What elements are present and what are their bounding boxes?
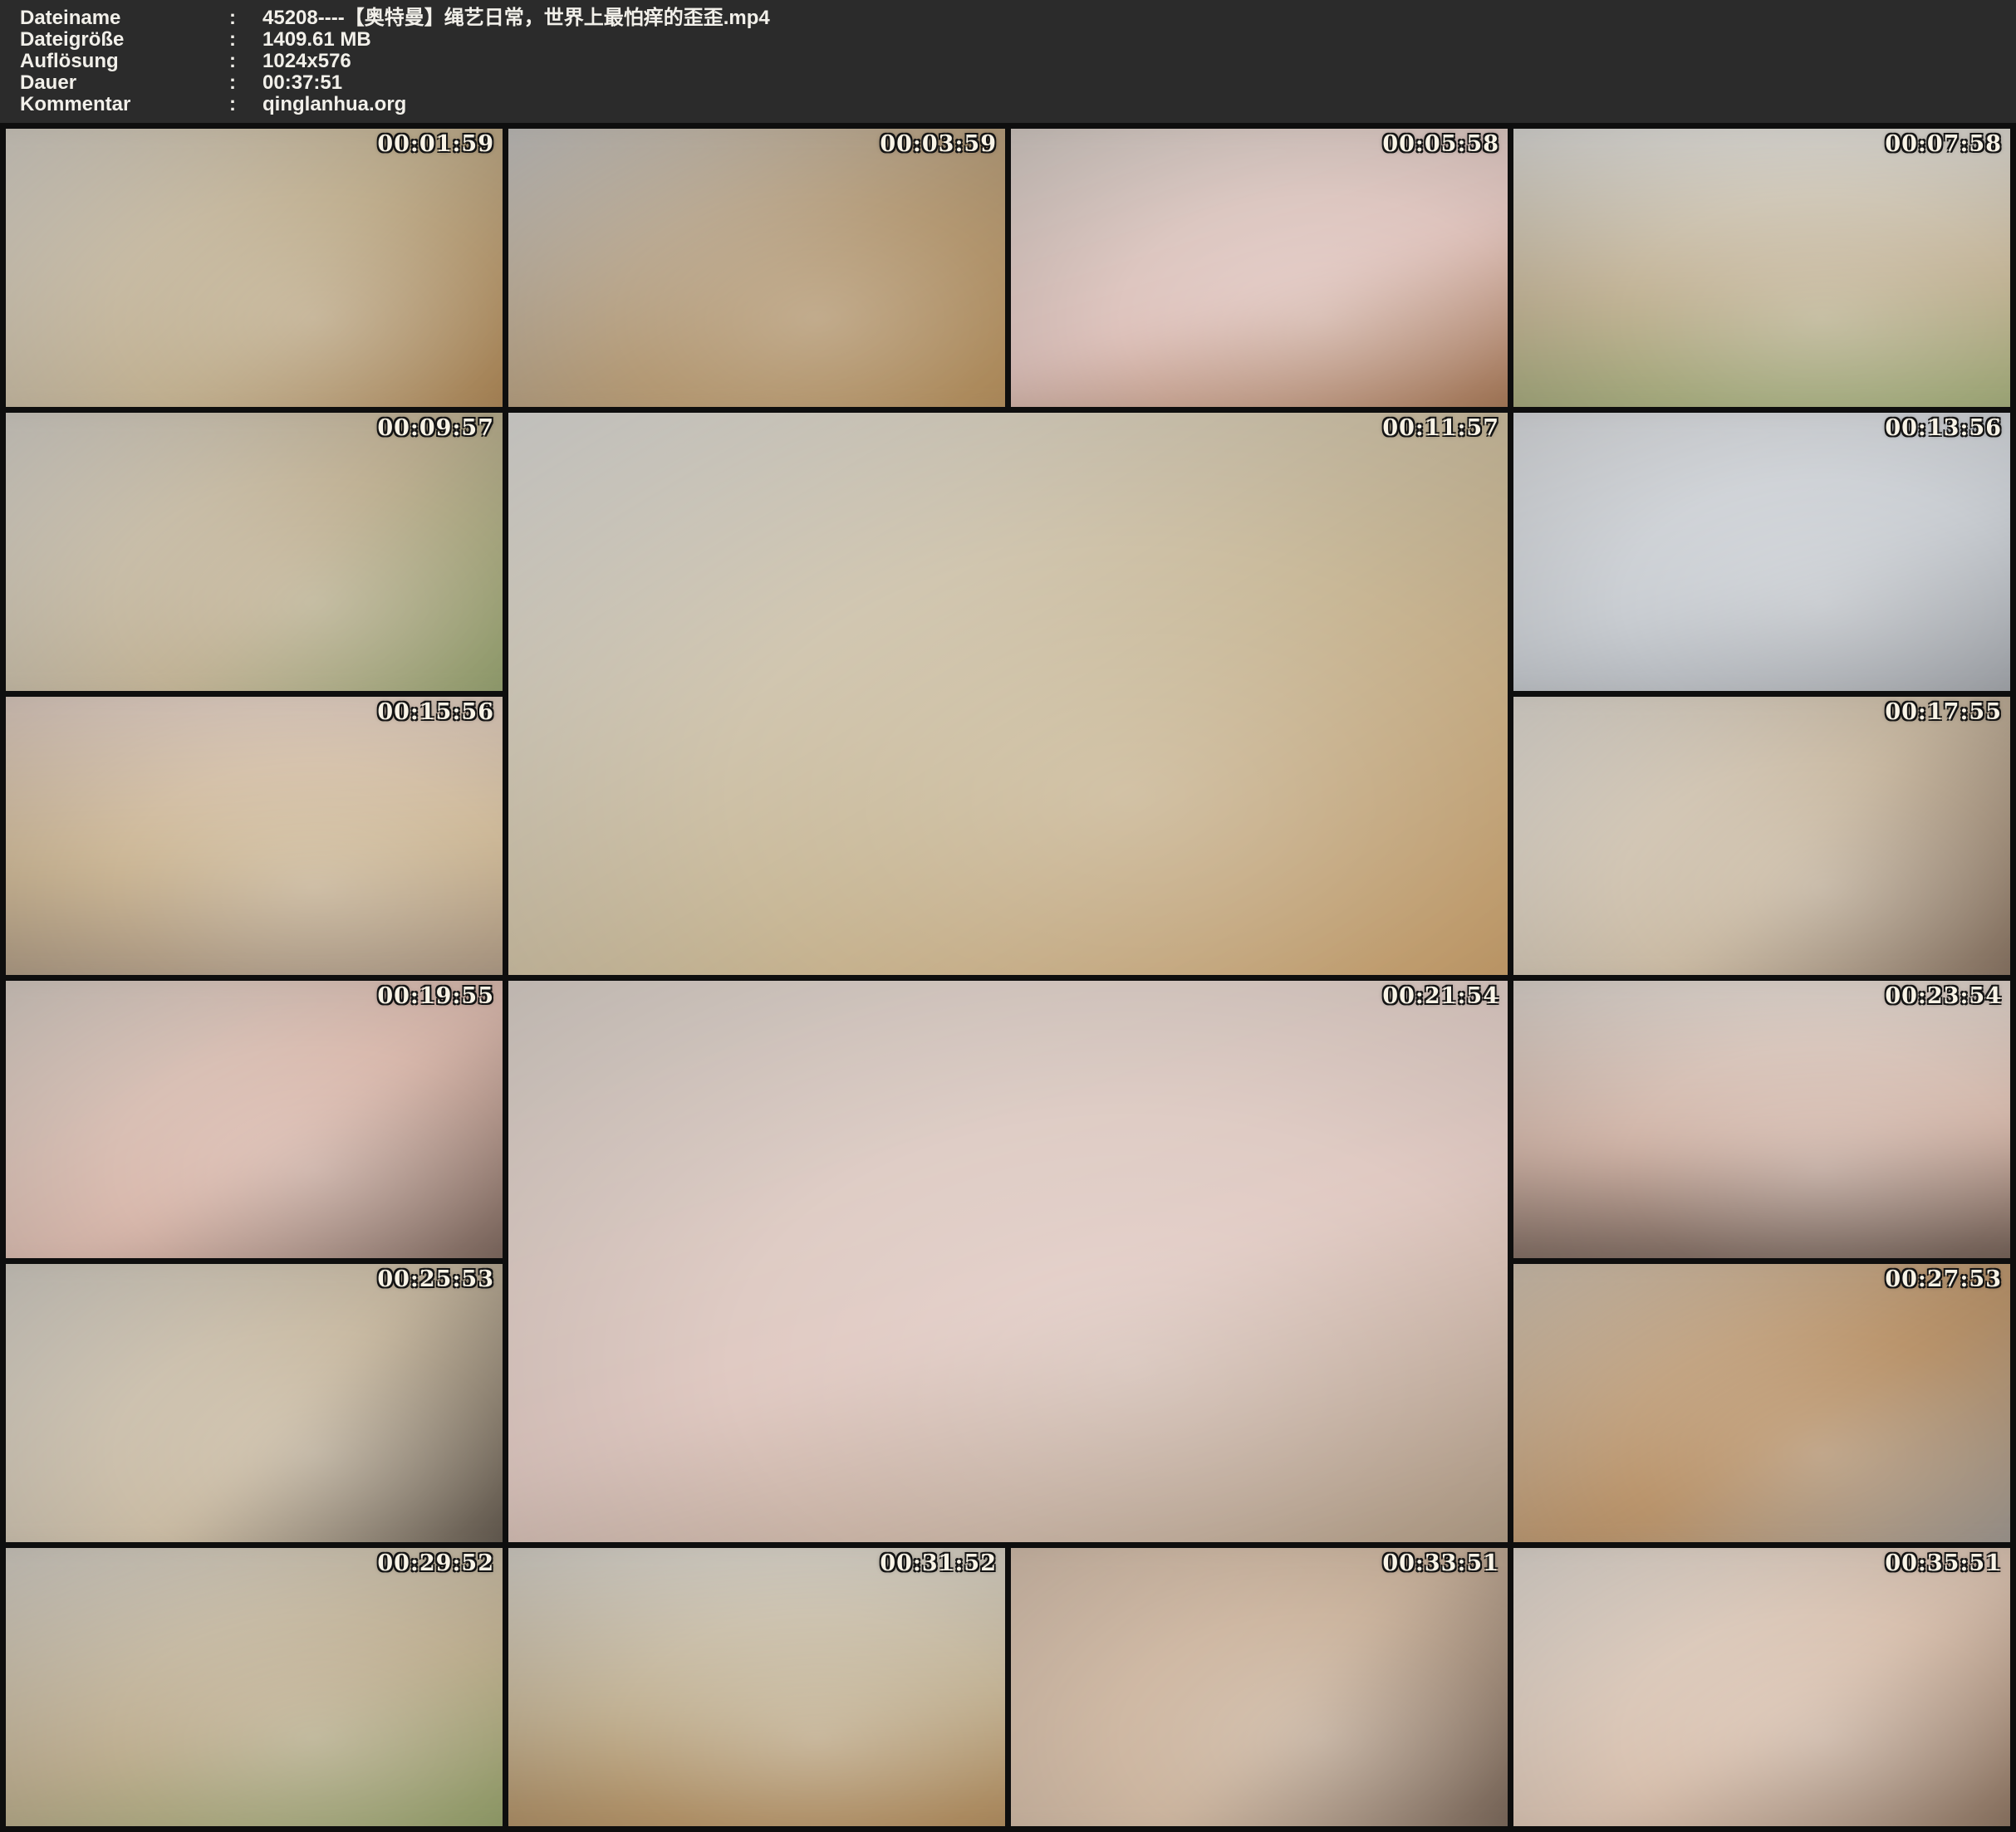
thumbnail-sheen bbox=[1513, 1548, 2010, 1826]
thumbnail-cell: 00:09:57 bbox=[6, 413, 503, 691]
thumbnail-cell: 00:29:52 bbox=[6, 1548, 503, 1826]
meta-value-filename: 45208----【奥特曼】绳艺日常，世界上最怕痒的歪歪.mp4 bbox=[262, 7, 2016, 29]
timestamp-label: 00:33:51 bbox=[1382, 1550, 1499, 1576]
timestamp-label: 00:11:57 bbox=[1382, 415, 1499, 441]
meta-label: Dateigröße bbox=[20, 29, 229, 51]
timestamp-label: 00:27:53 bbox=[1885, 1266, 2002, 1292]
meta-separator: : bbox=[229, 51, 262, 72]
thumbnail-cell: 00:33:51 bbox=[1011, 1548, 1508, 1826]
thumbnail-sheen bbox=[1513, 697, 2010, 975]
meta-value-duration: 00:37:51 bbox=[262, 72, 2016, 94]
thumbnail-cell: 00:15:56 bbox=[6, 697, 503, 975]
thumbnail-sheen bbox=[6, 1264, 503, 1542]
meta-value-comment: qinglanhua.org bbox=[262, 94, 2016, 115]
meta-label: Auflösung bbox=[20, 51, 229, 72]
timestamp-label: 00:19:55 bbox=[377, 983, 494, 1009]
meta-value-filesize: 1409.61 MB bbox=[262, 29, 2016, 51]
meta-row-resolution: Auflösung : 1024x576 bbox=[20, 51, 2016, 72]
meta-label: Dauer bbox=[20, 72, 229, 94]
thumbnail-sheen bbox=[1513, 129, 2010, 407]
meta-separator: : bbox=[229, 29, 262, 51]
file-info-header: Dateiname : 45208----【奥特曼】绳艺日常，世界上最怕痒的歪歪… bbox=[0, 0, 2016, 123]
thumbnail-cell: 00:31:52 bbox=[508, 1548, 1005, 1826]
timestamp-label: 00:01:59 bbox=[377, 131, 494, 157]
meta-label: Kommentar bbox=[20, 94, 229, 115]
thumbnail-cell: 00:23:54 bbox=[1513, 981, 2010, 1259]
thumbnail-cell: 00:17:55 bbox=[1513, 697, 2010, 975]
meta-row-duration: Dauer : 00:37:51 bbox=[20, 72, 2016, 94]
meta-row-filename: Dateiname : 45208----【奥特曼】绳艺日常，世界上最怕痒的歪歪… bbox=[20, 7, 2016, 29]
meta-separator: : bbox=[229, 7, 262, 29]
thumbnail-cell: 00:27:53 bbox=[1513, 1264, 2010, 1542]
timestamp-label: 00:31:52 bbox=[880, 1550, 997, 1576]
thumbnail-sheen bbox=[508, 981, 1508, 1543]
thumbnail-cell: 00:13:56 bbox=[1513, 413, 2010, 691]
thumbnail-grid: 00:01:59 00:03:59 00:05:58 00:07:58 00:0… bbox=[0, 123, 2016, 1832]
meta-row-comment: Kommentar : qinglanhua.org bbox=[20, 94, 2016, 115]
thumbnail-sheen bbox=[508, 413, 1508, 975]
timestamp-label: 00:21:54 bbox=[1382, 983, 1499, 1009]
thumbnail-sheen bbox=[6, 129, 503, 407]
thumbnail-sheen bbox=[508, 1548, 1005, 1826]
meta-separator: : bbox=[229, 72, 262, 94]
thumbnail-sheen bbox=[1513, 981, 2010, 1259]
meta-separator: : bbox=[229, 94, 262, 115]
timestamp-label: 00:13:56 bbox=[1885, 415, 2002, 441]
timestamp-label: 00:25:53 bbox=[377, 1266, 494, 1292]
timestamp-label: 00:29:52 bbox=[377, 1550, 494, 1576]
meta-row-filesize: Dateigröße : 1409.61 MB bbox=[20, 29, 2016, 51]
thumbnail-cell: 00:05:58 bbox=[1011, 129, 1508, 407]
thumbnail-sheen bbox=[508, 129, 1005, 407]
timestamp-label: 00:23:54 bbox=[1885, 983, 2002, 1009]
meta-value-resolution: 1024x576 bbox=[262, 51, 2016, 72]
meta-label: Dateiname bbox=[20, 7, 229, 29]
thumbnail-cell: 00:07:58 bbox=[1513, 129, 2010, 407]
thumbnail-cell: 00:01:59 bbox=[6, 129, 503, 407]
thumbnail-sheen bbox=[1513, 413, 2010, 691]
thumbnail-sheen bbox=[6, 1548, 503, 1826]
thumbnail-sheen bbox=[6, 981, 503, 1259]
timestamp-label: 00:15:56 bbox=[377, 699, 494, 725]
timestamp-label: 00:05:58 bbox=[1382, 131, 1499, 157]
timestamp-label: 00:17:55 bbox=[1885, 699, 2002, 725]
thumbnail-sheen bbox=[6, 697, 503, 975]
timestamp-label: 00:03:59 bbox=[880, 131, 997, 157]
thumbnail-cell: 00:03:59 bbox=[508, 129, 1005, 407]
thumbnail-sheen bbox=[1011, 129, 1508, 407]
thumbnail-cell-large: 00:21:54 bbox=[508, 981, 1508, 1543]
timestamp-label: 00:35:51 bbox=[1885, 1550, 2002, 1576]
timestamp-label: 00:07:58 bbox=[1885, 131, 2002, 157]
timestamp-label: 00:09:57 bbox=[377, 415, 494, 441]
thumbnail-sheen bbox=[1011, 1548, 1508, 1826]
thumbnail-cell: 00:19:55 bbox=[6, 981, 503, 1259]
thumbnail-cell-large: 00:11:57 bbox=[508, 413, 1508, 975]
thumbnail-cell: 00:35:51 bbox=[1513, 1548, 2010, 1826]
thumbnail-sheen bbox=[1513, 1264, 2010, 1542]
thumbnail-sheen bbox=[6, 413, 503, 691]
thumbnail-cell: 00:25:53 bbox=[6, 1264, 503, 1542]
